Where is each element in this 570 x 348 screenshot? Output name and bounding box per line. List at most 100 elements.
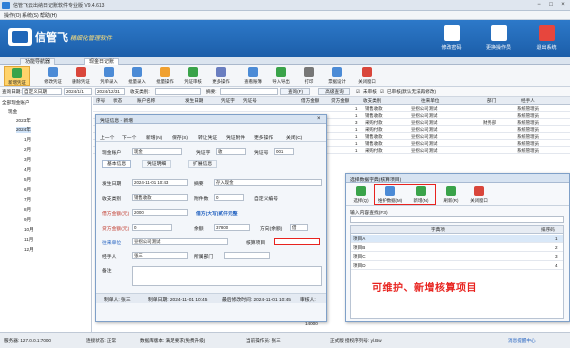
tree-month[interactable]: 2月 xyxy=(24,147,31,153)
menu-operation[interactable]: 操作(O) xyxy=(4,12,21,19)
date-from-input[interactable]: 2024/1/1 xyxy=(64,88,92,95)
dictionary-search-input[interactable] xyxy=(350,216,564,223)
batch-entry-button[interactable]: 批量录入 xyxy=(124,66,150,86)
dictionary-new-button[interactable]: 新增(N) xyxy=(408,185,434,205)
new-voucher-button[interactable]: 新增凭证 xyxy=(4,66,30,86)
attachment-count-input[interactable]: 0 xyxy=(214,194,244,201)
col-header: 凭证字 xyxy=(221,98,235,103)
dialog-more-button[interactable]: 更多操作 xyxy=(254,134,273,141)
summary-label: 摘要: xyxy=(206,89,217,94)
list-item[interactable]: 项目C 3 xyxy=(351,253,563,261)
dept-select[interactable] xyxy=(224,252,270,259)
tree-month[interactable]: 4月 xyxy=(24,167,31,173)
revenue-type-select[interactable] xyxy=(155,88,201,95)
person-select[interactable]: 张三 xyxy=(132,252,188,259)
dictionary-close-button[interactable]: 关闭窗口 xyxy=(466,185,492,205)
summary-field[interactable]: 存入现金 xyxy=(214,179,322,186)
tree-month[interactable]: 6月 xyxy=(24,187,31,193)
voucher-type-select[interactable]: 收 xyxy=(216,148,246,155)
menu-help[interactable]: 帮助(H) xyxy=(40,12,57,19)
tree-month[interactable]: 3月 xyxy=(24,157,31,163)
maximize-icon[interactable]: □ xyxy=(546,1,556,9)
transfer-voucher-button[interactable]: 转让凭证 xyxy=(198,134,217,141)
connection-status: 连接状态: 正常 xyxy=(86,338,117,343)
tree-cash[interactable]: 现金 xyxy=(8,109,17,115)
prev-button[interactable]: 上一个 xyxy=(100,134,114,141)
add-icon xyxy=(416,186,426,196)
account-select[interactable]: 现金 xyxy=(132,148,182,155)
tab-basic-info[interactable]: 基本信息 xyxy=(102,160,132,168)
summary-input[interactable] xyxy=(220,88,278,95)
tree-month[interactable]: 11月 xyxy=(24,237,33,243)
close-icon[interactable]: × xyxy=(558,1,568,9)
tree-month[interactable]: 9月 xyxy=(24,217,31,223)
query-button[interactable]: 查询(F) xyxy=(280,88,310,95)
tab-extended-info[interactable]: 扩展信息 xyxy=(188,160,218,168)
list-item[interactable]: 项目D 4 xyxy=(351,262,563,270)
dialog-save-button[interactable]: 保存(S) xyxy=(172,134,188,141)
close-window-button[interactable]: 关闭窗口 xyxy=(354,66,380,86)
list-item[interactable]: 项目A 1 xyxy=(351,235,563,243)
dialog-close-icon[interactable]: × xyxy=(317,116,321,122)
user-switch-icon xyxy=(490,25,507,41)
refresh-button[interactable]: 刷新(R) xyxy=(438,185,464,205)
advanced-query-button[interactable]: 高级查询 xyxy=(318,88,350,95)
credit-input[interactable]: 0 xyxy=(132,224,172,231)
voucher-audit-button[interactable]: 凭证审核 xyxy=(180,66,206,86)
tree-month[interactable]: 5月 xyxy=(24,177,31,183)
project-select[interactable] xyxy=(274,238,320,245)
bill-design-button[interactable]: 票据设计 xyxy=(324,66,350,86)
import-export-button[interactable]: 导入导出 xyxy=(268,66,294,86)
direction-select[interactable]: 借 xyxy=(290,224,308,231)
filter-bar: 查询日期: 自定义日期 2024/1/1 2024/12/31 收支类别: 摘要… xyxy=(0,87,570,97)
date-input[interactable]: 2024-11-01 10:43 xyxy=(132,179,188,186)
app-icon xyxy=(2,2,10,9)
tab-voucher-detail[interactable]: 凭证明细 xyxy=(142,160,172,168)
message-center-link[interactable]: 消息提醒中心 xyxy=(508,338,536,344)
switch-operator-button[interactable]: 更换操作员 xyxy=(482,23,515,55)
tab-navigator[interactable]: 功能导航器 xyxy=(20,58,56,65)
maintain-data-button[interactable]: 维护数据(M) xyxy=(377,185,403,205)
tree-month[interactable]: 12月 xyxy=(24,247,34,253)
tree-2024[interactable]: 2024年 xyxy=(16,127,31,133)
view-ledger-button[interactable]: 查看账簿 xyxy=(240,66,266,86)
audited-checkbox[interactable]: ☑ xyxy=(380,89,384,95)
edit-voucher-button[interactable]: 修改凭证 xyxy=(40,66,66,86)
unit-label: 往来单位 xyxy=(102,241,122,246)
tree-month[interactable]: 7月 xyxy=(24,197,31,203)
voucher-entry-button[interactable]: 凭单录入 xyxy=(96,66,122,86)
tab-cash-journal[interactable]: 现金日记账 xyxy=(84,58,120,65)
tree-2023[interactable]: 2023年 xyxy=(16,118,31,124)
tree-month[interactable]: 8月 xyxy=(24,207,31,213)
menu-system[interactable]: 系统(S) xyxy=(22,12,39,19)
tree-root[interactable]: 全部现金账户 xyxy=(2,100,30,106)
date-to-input[interactable]: 2024/12/31 xyxy=(95,88,125,95)
voucher-attachment-button[interactable]: 凭证附件 xyxy=(226,134,245,141)
direction-label: 方向(余额) xyxy=(260,227,283,232)
dialog-new-button[interactable]: 新增(N) xyxy=(146,134,162,141)
select-button[interactable]: 选择(Q) xyxy=(348,185,374,205)
remark-input[interactable] xyxy=(132,266,322,286)
debit-input[interactable]: 2000 xyxy=(132,209,188,216)
print-button[interactable]: 打印 xyxy=(296,66,322,86)
category-select[interactable]: 销售收款 xyxy=(132,194,188,201)
next-button[interactable]: 下一个 xyxy=(122,134,136,141)
list-item[interactable]: 项目B 2 xyxy=(351,244,563,252)
unit-select[interactable]: 豆拐公司测试 xyxy=(132,238,228,245)
exit-system-button[interactable]: 退出系统 xyxy=(530,23,563,55)
delete-voucher-button[interactable]: 删除凭证 xyxy=(68,66,94,86)
voucher-number-input[interactable]: 001 xyxy=(274,148,294,155)
unaudited-checkbox[interactable]: ☑ xyxy=(356,89,360,95)
minimize-icon[interactable]: − xyxy=(534,1,544,9)
batch-operation-button[interactable]: 批量操作 xyxy=(152,66,178,86)
account-tree: 全部现金账户 现金 2023年 2024年 1月 2月 3月 4月 5月 6月 … xyxy=(0,97,92,332)
change-password-button[interactable]: 修改密码 xyxy=(435,23,468,55)
menu-bar: 操作(O) 系统(S) 帮助(H) xyxy=(0,11,570,20)
more-operations-button[interactable]: 更多操作 xyxy=(208,66,234,86)
tree-month[interactable]: 10月 xyxy=(24,227,34,233)
dialog-close-button[interactable]: 关闭(C) xyxy=(286,134,302,141)
table-row[interactable]: 1 销售收款 豆拐公司测试 系统管理员 xyxy=(93,105,570,112)
tree-month[interactable]: 1月 xyxy=(24,137,31,143)
logo-mark xyxy=(12,31,28,43)
period-select[interactable]: 自定义日期 xyxy=(22,88,62,95)
